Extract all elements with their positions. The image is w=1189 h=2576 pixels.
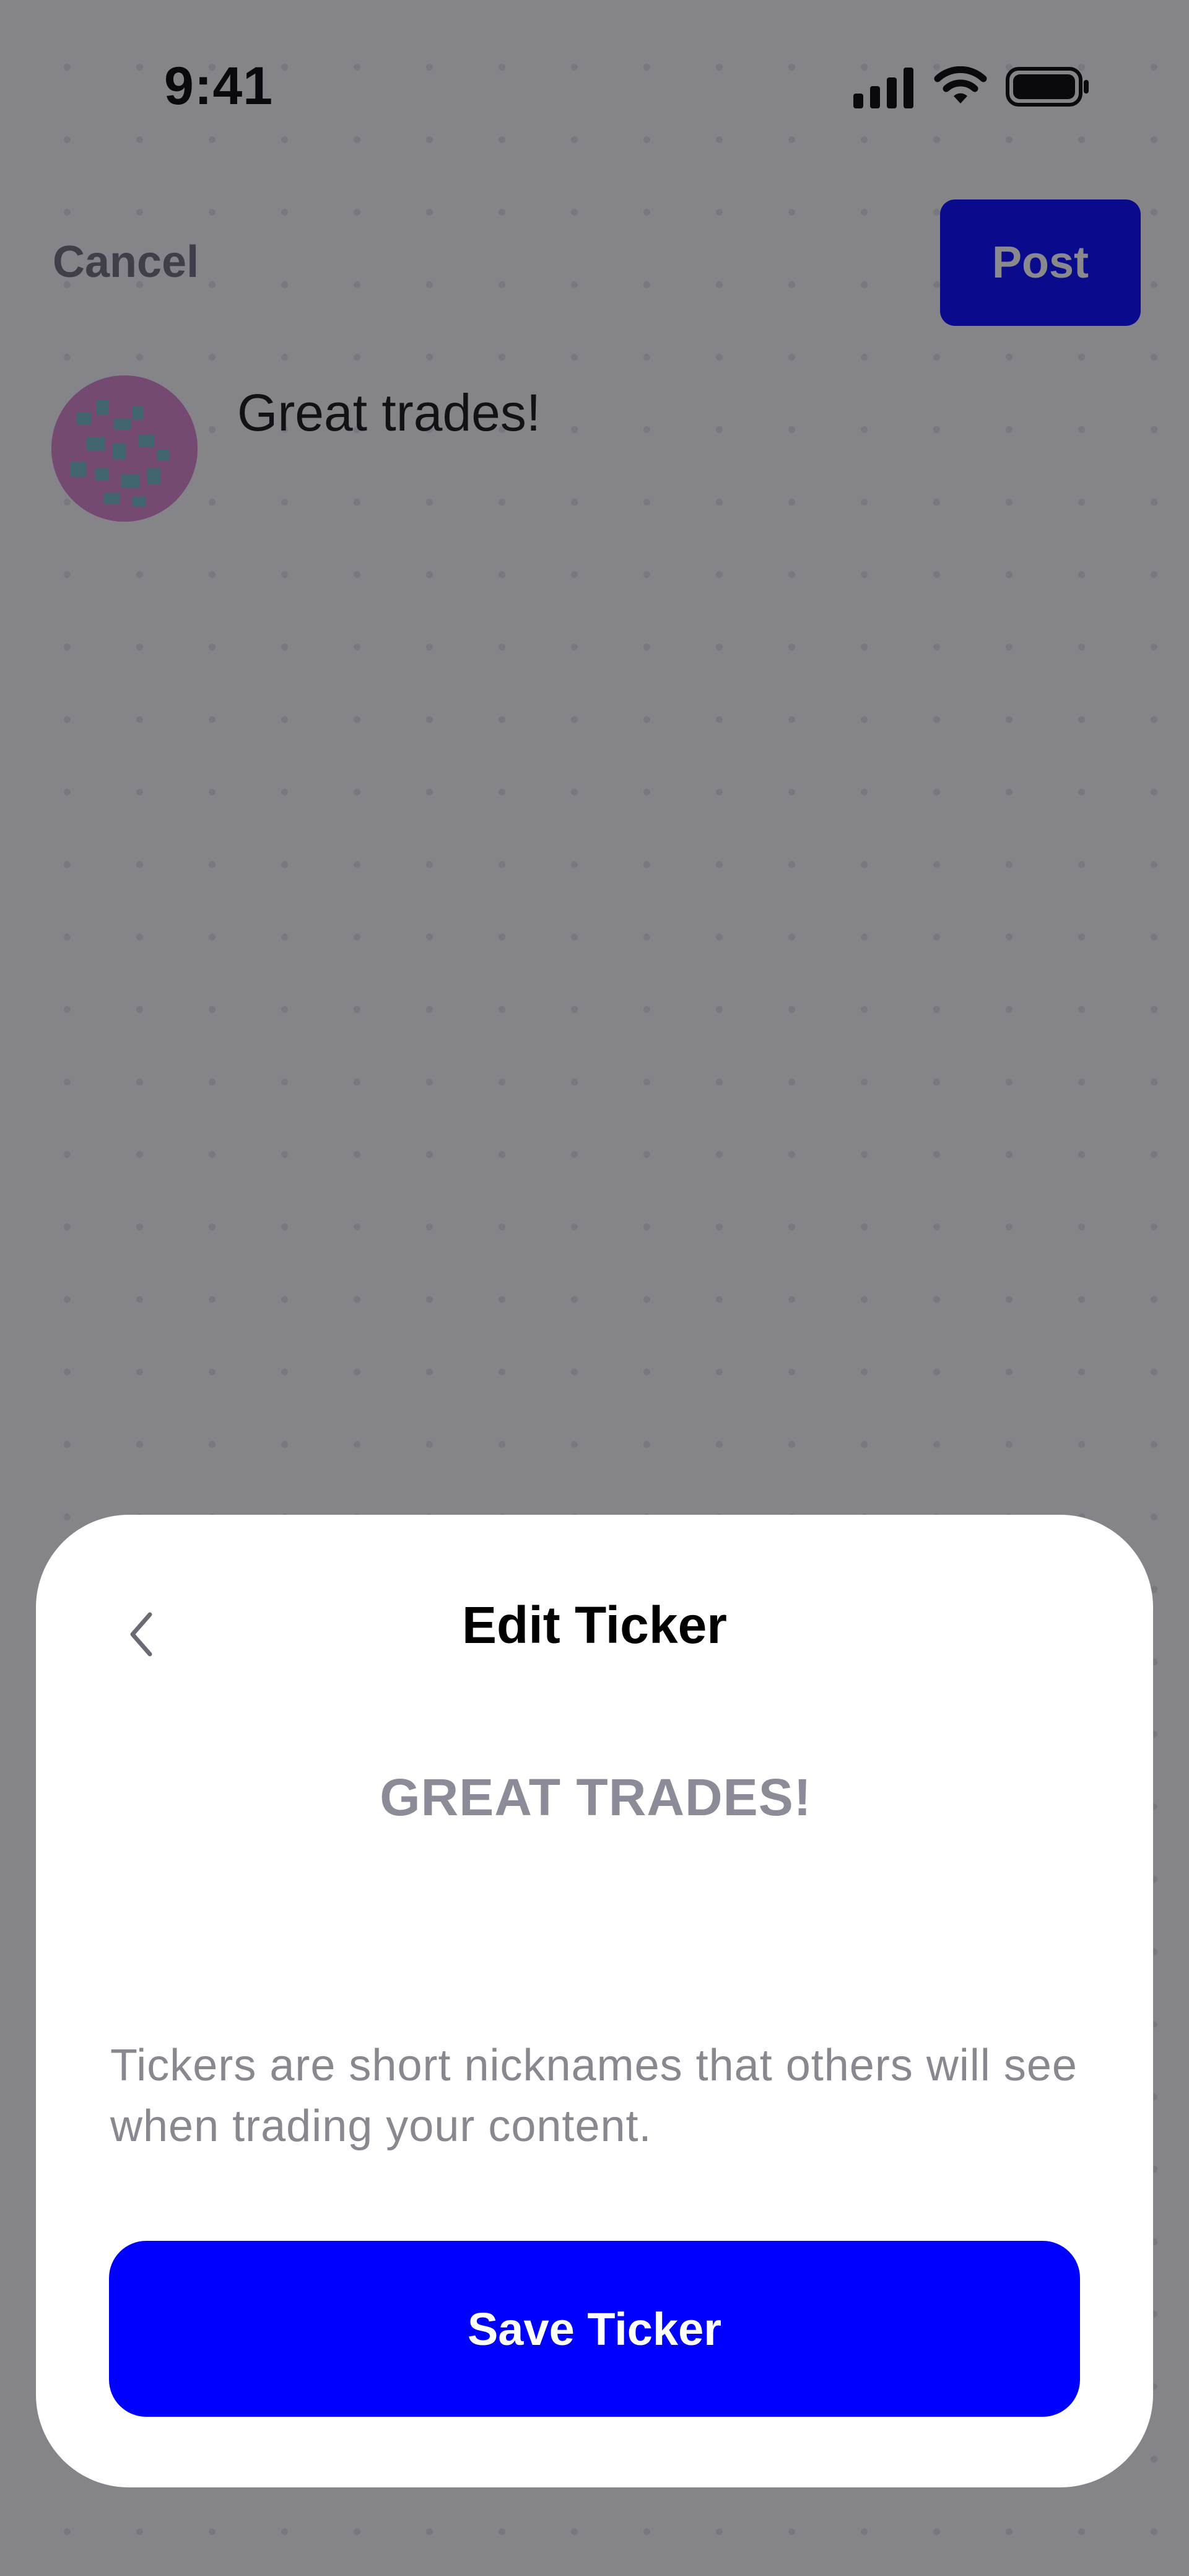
- ticker-input[interactable]: [192, 1759, 1000, 1835]
- ticker-help-text: Tickers are short nicknames that others …: [110, 2041, 1078, 2151]
- sheet-title: Edit Ticker: [462, 1596, 727, 1654]
- compose-screen: 9:41: [0, 0, 1189, 2576]
- save-ticker-button[interactable]: Save Ticker: [109, 2241, 1080, 2417]
- edit-ticker-sheet: Edit Ticker Tickers are short nicknames …: [36, 1515, 1153, 2487]
